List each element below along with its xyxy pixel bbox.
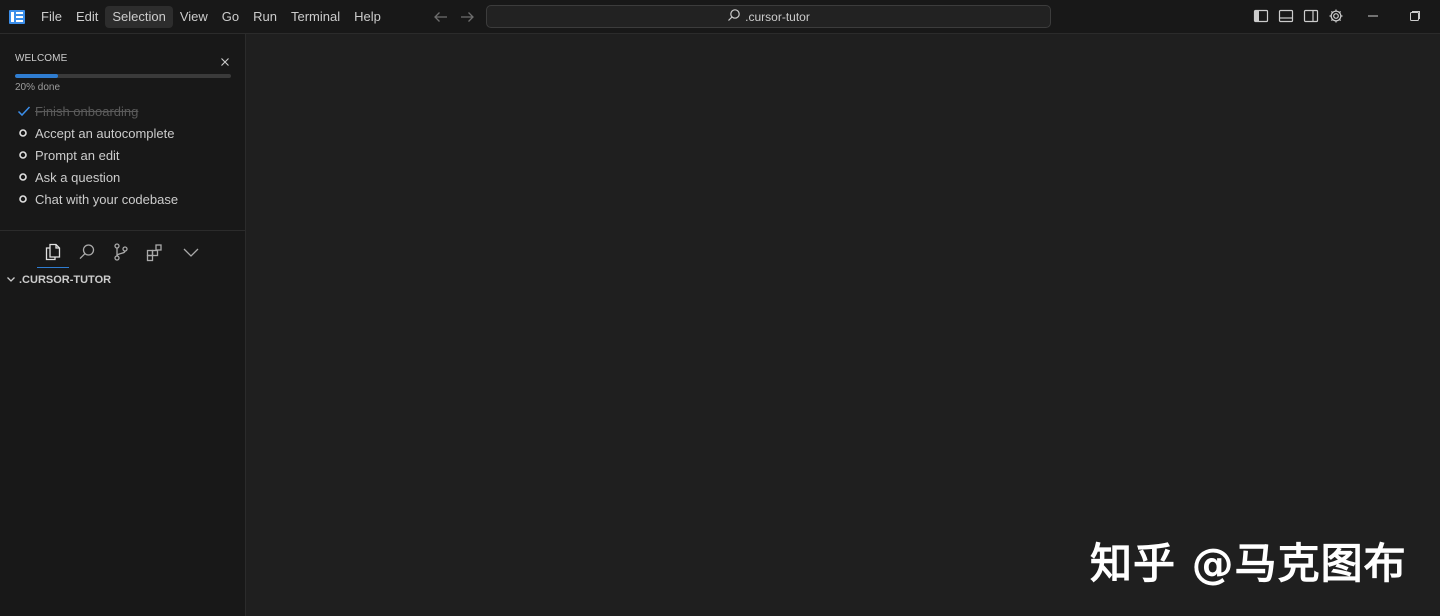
sidebar-divider [0, 230, 246, 231]
circle-icon [17, 192, 31, 206]
task-label: Chat with your codebase [35, 191, 179, 207]
checkmark-icon [17, 104, 31, 118]
menu-selection[interactable]: Selection [105, 6, 173, 28]
explorer-folder-name: .CURSOR-TUTOR [19, 274, 112, 286]
gear-icon[interactable] [1328, 8, 1344, 24]
onboarding-progress-fill [15, 74, 59, 78]
active-view-indicator [37, 267, 69, 268]
menu-bar: File Edit Selection View Go Run Terminal… [34, 6, 388, 28]
watermark-text: 知乎 @马克图布 [1090, 539, 1407, 588]
toggle-panel-icon[interactable] [1278, 8, 1294, 24]
toggle-primary-sidebar-icon[interactable] [1253, 8, 1269, 24]
task-accept-autocomplete[interactable]: Accept an autocomplete [17, 124, 174, 142]
source-control-icon[interactable] [111, 242, 131, 262]
task-finish-onboarding[interactable]: Finish onboarding [17, 102, 138, 120]
task-prompt-edit[interactable]: Prompt an edit [17, 146, 120, 164]
task-label: Accept an autocomplete [35, 125, 175, 141]
title-bar: File Edit Selection View Go Run Terminal… [0, 0, 1440, 34]
menu-run[interactable]: Run [246, 6, 284, 28]
editor-area[interactable] [246, 34, 1440, 616]
chevron-down-icon [5, 273, 19, 288]
minimize-icon[interactable] [1366, 9, 1380, 23]
circle-icon [17, 148, 31, 162]
progress-text: 20% done [15, 82, 61, 93]
menu-view[interactable]: View [173, 6, 215, 28]
menu-terminal[interactable]: Terminal [284, 6, 347, 28]
search-icon[interactable] [77, 242, 97, 262]
onboarding-progress-bar [15, 74, 231, 78]
sidebar: WELCOME 20% done Finish onboarding Accep… [0, 34, 246, 616]
command-center-search[interactable]: .cursor-tutor [486, 5, 1051, 28]
menu-edit[interactable]: Edit [69, 6, 105, 28]
task-chat-codebase[interactable]: Chat with your codebase [17, 190, 178, 208]
menu-file[interactable]: File [34, 6, 69, 28]
circle-icon [17, 170, 31, 184]
arrow-right-icon[interactable] [458, 8, 476, 26]
task-ask-question[interactable]: Ask a question [17, 168, 120, 186]
task-label: Ask a question [35, 169, 121, 185]
files-icon[interactable] [43, 242, 63, 262]
explorer-folder-header[interactable]: .CURSOR-TUTOR [5, 273, 111, 287]
extensions-icon[interactable] [145, 242, 165, 262]
task-label: Prompt an edit [35, 147, 120, 163]
search-icon [727, 8, 745, 25]
close-icon[interactable] [220, 54, 230, 66]
cursor-logo-icon[interactable] [8, 8, 26, 26]
arrow-left-icon[interactable] [432, 8, 450, 26]
circle-icon [17, 126, 31, 140]
chevron-down-icon[interactable] [181, 242, 201, 262]
toggle-secondary-sidebar-icon[interactable] [1303, 8, 1319, 24]
command-center-label: .cursor-tutor [745, 9, 810, 24]
restore-icon[interactable] [1408, 9, 1422, 23]
menu-go[interactable]: Go [215, 6, 246, 28]
task-label: Finish onboarding [35, 103, 139, 119]
welcome-title: WELCOME [15, 53, 68, 64]
menu-help[interactable]: Help [347, 6, 388, 28]
